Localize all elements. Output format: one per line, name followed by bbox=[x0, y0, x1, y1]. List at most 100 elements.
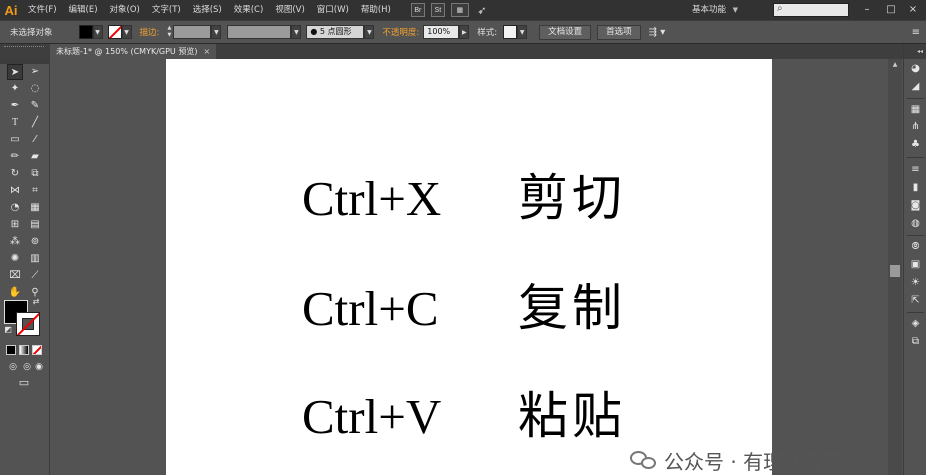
free-transform-tool-icon[interactable]: ⌗ bbox=[27, 183, 43, 199]
rotate-tool-icon[interactable]: ↻ bbox=[7, 166, 23, 182]
menu-window[interactable]: 窗口(W) bbox=[311, 0, 355, 20]
menu-help[interactable]: 帮助(H) bbox=[355, 0, 397, 20]
width-tool-icon[interactable]: ⋈ bbox=[7, 183, 23, 199]
asset-export-panel-icon[interactable]: ⇱ bbox=[908, 293, 923, 308]
menu-view[interactable]: 视图(V) bbox=[269, 0, 310, 20]
arrange-documents-icon[interactable]: ▦ bbox=[450, 3, 469, 17]
symbols-panel-icon[interactable]: ♣ bbox=[908, 137, 923, 152]
minimize-button[interactable]: – bbox=[856, 0, 878, 20]
rectangle-tool-icon[interactable]: ▭ bbox=[7, 132, 23, 148]
color-mode-icon[interactable] bbox=[6, 345, 16, 355]
column-graph-tool-icon[interactable]: ▥ bbox=[27, 251, 43, 267]
color-panel-icon[interactable]: ◕ bbox=[908, 61, 923, 76]
artboard-line-paste[interactable]: Ctrl+V 粘贴 bbox=[302, 376, 626, 448]
eraser-tool-icon[interactable]: ▰ bbox=[27, 149, 43, 165]
artboard-tool-icon[interactable]: ⌧ bbox=[7, 268, 23, 284]
collapse-panels-icon[interactable]: ◂◂ bbox=[904, 44, 926, 59]
opacity-label[interactable]: 不透明度: bbox=[382, 26, 419, 38]
vertical-scrollbar[interactable]: ▲ bbox=[888, 59, 902, 475]
stroke-stepper[interactable]: ▲ ▼ bbox=[165, 25, 173, 39]
preferences-button[interactable]: 首选项 bbox=[597, 24, 641, 40]
document-tab[interactable]: 未标题-1* @ 150% (CMYK/GPU 预览) × bbox=[50, 44, 217, 59]
chevron-down-icon[interactable]: ▼ bbox=[517, 25, 528, 39]
menu-type[interactable]: 文字(T) bbox=[146, 0, 187, 20]
artboard-line-cut[interactable]: Ctrl+X 剪切 bbox=[302, 158, 626, 230]
chevron-down-icon[interactable]: ▼ bbox=[291, 25, 302, 39]
document-setup-button[interactable]: 文档设置 bbox=[539, 24, 592, 40]
bridge-button[interactable]: Br bbox=[410, 3, 425, 17]
stroke-swatch[interactable] bbox=[107, 25, 122, 39]
none-mode-icon[interactable] bbox=[32, 345, 42, 355]
swap-colors-icon[interactable]: ⇄ bbox=[31, 297, 41, 307]
brush-field[interactable]: ● 5 点圆形 bbox=[306, 25, 365, 39]
curvature-tool-icon[interactable]: ✎ bbox=[27, 98, 43, 114]
appearance-panel-icon[interactable]: ◍ bbox=[908, 216, 923, 231]
direct-selection-tool-icon[interactable]: ➢ bbox=[27, 64, 43, 80]
chevron-down-icon[interactable]: ▼ bbox=[733, 0, 738, 20]
panel-grip[interactable] bbox=[4, 46, 44, 49]
symbol-sprayer-tool-icon[interactable]: ✺ bbox=[7, 251, 23, 267]
blend-tool-icon[interactable]: ⊚ bbox=[27, 234, 43, 250]
magic-wand-tool-icon[interactable]: ✦ bbox=[7, 81, 23, 97]
gradient-mode-icon[interactable] bbox=[19, 345, 29, 355]
scale-tool-icon[interactable]: ⧉ bbox=[27, 166, 43, 182]
menu-file[interactable]: 文件(F) bbox=[22, 0, 63, 20]
graphic-style-swatch[interactable] bbox=[503, 25, 518, 39]
stroke-panel-icon[interactable]: ≡ bbox=[908, 162, 923, 177]
menu-object[interactable]: 对象(O) bbox=[104, 0, 146, 20]
mesh-tool-icon[interactable]: ⊞ bbox=[7, 217, 23, 233]
artboards-panel-icon[interactable]: ⧉ bbox=[908, 334, 923, 349]
type-tool-icon[interactable]: T bbox=[7, 115, 23, 131]
pencil-tool-icon[interactable]: ✏ bbox=[7, 149, 23, 165]
fill-swatch[interactable] bbox=[78, 25, 93, 39]
pen-tool-icon[interactable]: ✒ bbox=[7, 98, 23, 114]
swatches-panel-icon[interactable]: ▦ bbox=[908, 102, 923, 117]
draw-inside-icon[interactable]: ◉ bbox=[31, 359, 47, 375]
chevron-right-icon[interactable]: ▶ bbox=[459, 25, 470, 39]
chevron-down-icon[interactable]: ▼ bbox=[364, 25, 375, 39]
screen-mode-icon[interactable]: ▭ bbox=[16, 375, 32, 391]
scrollbar-thumb[interactable] bbox=[890, 265, 900, 277]
perspective-grid-tool-icon[interactable]: ▦ bbox=[27, 200, 43, 216]
lasso-tool-icon[interactable]: ◌ bbox=[27, 81, 43, 97]
line-segment-tool-icon[interactable]: ╱ bbox=[27, 115, 43, 131]
variable-width-field[interactable] bbox=[227, 25, 292, 39]
brushes-panel-icon[interactable]: ⋔ bbox=[908, 119, 923, 134]
selection-tool-icon[interactable]: ➤ bbox=[7, 64, 23, 80]
chevron-down-icon[interactable]: ▼ bbox=[211, 25, 222, 39]
default-colors-icon[interactable]: ◩ bbox=[3, 325, 13, 335]
stroke-color-box[interactable] bbox=[16, 312, 40, 336]
search-input[interactable]: ⌕ bbox=[773, 3, 849, 17]
chevron-down-icon[interactable]: ▼ bbox=[121, 25, 132, 39]
opacity-field[interactable]: 100% bbox=[423, 25, 460, 39]
eyedropper-tool-icon[interactable]: ⁂ bbox=[7, 234, 23, 250]
canvas-area[interactable]: Ctrl+X 剪切 Ctrl+C 复制 Ctrl+V 粘贴 bbox=[51, 59, 888, 475]
hand-tool-icon[interactable]: ✋ bbox=[7, 285, 23, 301]
stroke-weight-field[interactable] bbox=[173, 25, 212, 39]
stroke-label[interactable]: 描边: bbox=[140, 26, 160, 38]
transparency-panel-icon[interactable]: ◙ bbox=[908, 198, 923, 213]
menu-effect[interactable]: 效果(C) bbox=[228, 0, 270, 20]
cc-libraries-panel-icon[interactable]: ⦾ bbox=[908, 239, 923, 254]
menu-edit[interactable]: 编辑(E) bbox=[63, 0, 104, 20]
gradient-tool-icon[interactable]: ▤ bbox=[27, 217, 43, 233]
artboard-line-copy[interactable]: Ctrl+C 复制 bbox=[302, 268, 626, 340]
gradient-panel-icon[interactable]: ▮ bbox=[908, 180, 923, 195]
workspace-switcher[interactable]: 基本功能 bbox=[692, 0, 726, 20]
gpu-rocket-icon[interactable]: ➶ bbox=[475, 3, 489, 17]
restore-button[interactable]: □ bbox=[880, 0, 902, 20]
stock-button[interactable]: St bbox=[430, 3, 445, 17]
image-trace-panel-icon[interactable]: ☀ bbox=[908, 275, 923, 290]
close-icon[interactable]: × bbox=[203, 47, 210, 56]
menu-select[interactable]: 选择(S) bbox=[187, 0, 228, 20]
chevron-down-icon[interactable]: ▼ bbox=[92, 25, 103, 39]
slice-tool-icon[interactable]: ⟋ bbox=[27, 268, 43, 284]
panel-menu-icon[interactable]: ≡ bbox=[912, 27, 920, 38]
layers-panel-icon[interactable]: ◈ bbox=[908, 316, 923, 331]
arrange-icon[interactable]: ⇶ ▾ bbox=[649, 27, 666, 38]
scroll-up-icon[interactable]: ▲ bbox=[888, 59, 902, 71]
close-button[interactable]: × bbox=[902, 0, 924, 20]
paintbrush-tool-icon[interactable]: ⁄ bbox=[27, 132, 43, 148]
graphic-styles-panel-icon[interactable]: ▣ bbox=[908, 257, 923, 272]
color-guide-panel-icon[interactable]: ◢ bbox=[908, 79, 923, 94]
